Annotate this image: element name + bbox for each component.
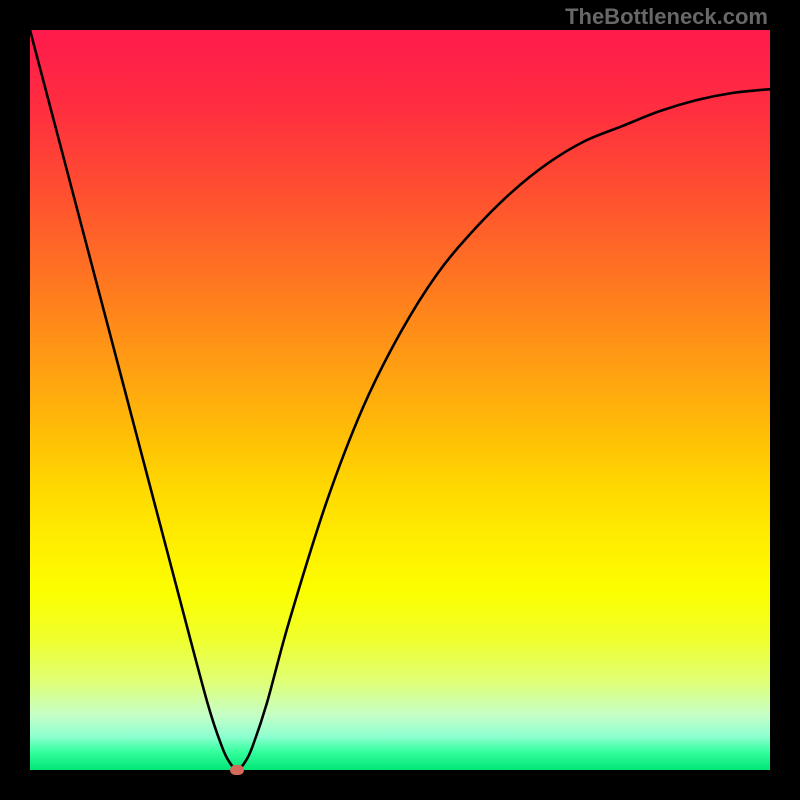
attribution-text: TheBottleneck.com (565, 4, 768, 30)
bottleneck-curve (30, 30, 770, 770)
chart-container: TheBottleneck.com (0, 0, 800, 800)
plot-area (30, 30, 770, 770)
minimum-marker-icon (230, 765, 244, 775)
